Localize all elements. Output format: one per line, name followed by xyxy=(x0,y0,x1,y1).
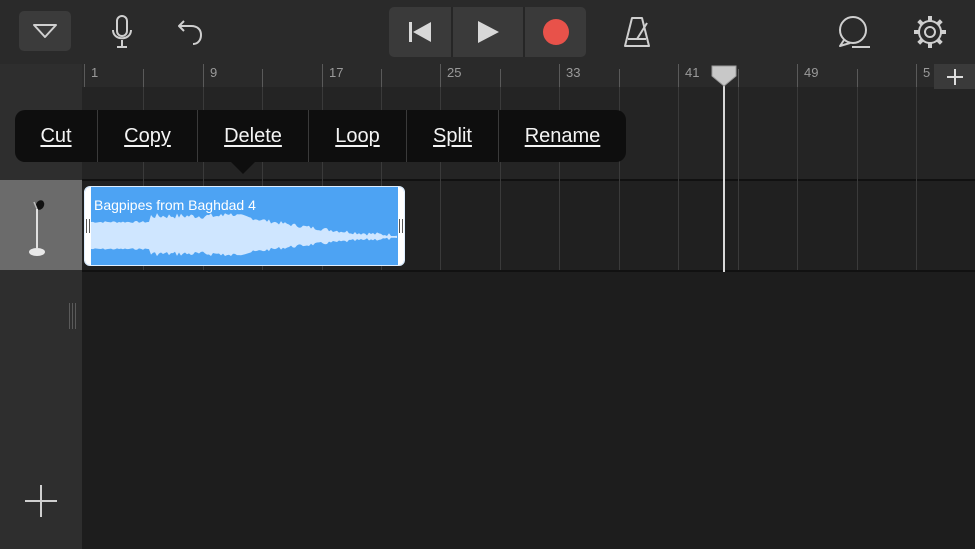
menu-item-cut[interactable]: Cut xyxy=(15,110,97,162)
ruler-major-tick xyxy=(203,64,204,87)
ruler-major-tick xyxy=(559,64,560,87)
control-bar xyxy=(0,0,975,64)
record-icon xyxy=(542,19,569,45)
audio-region[interactable]: Bagpipes from Baghdad 4 xyxy=(84,186,405,266)
triangle-down-icon xyxy=(33,24,57,38)
loop-browser-button[interactable] xyxy=(833,12,875,52)
plus-icon xyxy=(25,485,57,517)
settings-button[interactable] xyxy=(909,11,951,53)
undo-button[interactable] xyxy=(170,12,210,52)
ruler-bar-number: 41 xyxy=(685,65,700,80)
region-trim-handle-right[interactable] xyxy=(398,187,404,265)
ruler-bar-number: 17 xyxy=(329,65,344,80)
go-to-beginning-button[interactable] xyxy=(389,7,451,57)
ruler-minor-tick xyxy=(500,69,501,87)
ruler-bar-number: 25 xyxy=(447,65,462,80)
play-icon xyxy=(478,21,499,43)
menu-item-copy[interactable]: Copy xyxy=(98,110,197,162)
play-button[interactable] xyxy=(453,7,523,57)
menu-item-split[interactable]: Split xyxy=(407,110,498,162)
ruler-minor-tick xyxy=(857,69,858,87)
bar-gridline xyxy=(797,87,798,270)
record-button[interactable] xyxy=(525,7,586,57)
menu-pointer-icon xyxy=(229,160,257,174)
ruler-major-tick xyxy=(84,64,85,87)
ruler-bar-number: 33 xyxy=(566,65,581,80)
ruler-major-tick xyxy=(797,64,798,87)
ruler-minor-tick xyxy=(262,69,263,87)
metronome-icon xyxy=(624,17,650,47)
skip-back-icon xyxy=(409,22,431,42)
gear-icon xyxy=(914,16,946,48)
playhead-line[interactable] xyxy=(723,82,725,272)
plus-icon xyxy=(946,68,963,85)
undo-icon xyxy=(178,20,203,45)
menu-item-loop[interactable]: Loop xyxy=(309,110,406,162)
region-title: Bagpipes from Baghdad 4 xyxy=(94,197,256,213)
bar-gridline xyxy=(738,87,739,270)
loop-browser-icon xyxy=(839,16,870,48)
ruler-major-tick xyxy=(678,64,679,87)
add-section-button[interactable] xyxy=(934,64,975,89)
ruler-bar-number: 49 xyxy=(804,65,819,80)
grip-icon xyxy=(86,219,90,233)
track-header-resize-handle[interactable] xyxy=(68,303,78,329)
ruler-minor-tick xyxy=(619,69,620,87)
bar-gridline xyxy=(678,87,679,270)
menu-item-rename[interactable]: Rename xyxy=(499,110,626,162)
ruler-major-tick xyxy=(322,64,323,87)
menu-pointer xyxy=(229,160,257,174)
track-header-audio-recorder[interactable] xyxy=(0,180,82,270)
metronome-button[interactable] xyxy=(616,12,658,52)
add-track-button[interactable] xyxy=(20,480,62,522)
bar-gridline xyxy=(916,87,917,270)
playhead[interactable] xyxy=(710,64,738,88)
lane-divider xyxy=(82,270,975,272)
lane-divider xyxy=(82,179,975,181)
menu-item-delete[interactable]: Delete xyxy=(198,110,308,162)
microphone-stand-icon xyxy=(29,200,45,256)
microphone-icon xyxy=(112,15,132,48)
region-trim-handle-left[interactable] xyxy=(85,187,91,265)
ruler-major-tick xyxy=(916,64,917,87)
ruler-minor-tick xyxy=(381,69,382,87)
tracks-view-button[interactable] xyxy=(19,11,71,51)
ruler-bar-number: 5 xyxy=(923,65,931,80)
timeline-ruler[interactable]: 1 9 17 25 33 41 49 5 xyxy=(82,64,975,87)
bar-gridline xyxy=(857,87,858,270)
grip-icon xyxy=(399,219,403,233)
region-context-menu: Cut Copy Delete Loop Split Rename xyxy=(15,110,626,162)
ruler-bar-number: 1 xyxy=(91,65,99,80)
microphone-button[interactable] xyxy=(104,10,140,54)
ruler-minor-tick xyxy=(143,69,144,87)
ruler-minor-tick xyxy=(738,69,739,87)
ruler-bar-number: 9 xyxy=(210,65,218,80)
transport-controls xyxy=(389,7,586,57)
ruler-major-tick xyxy=(440,64,441,87)
playhead-handle-icon xyxy=(711,65,737,87)
grip-icon xyxy=(69,303,76,329)
